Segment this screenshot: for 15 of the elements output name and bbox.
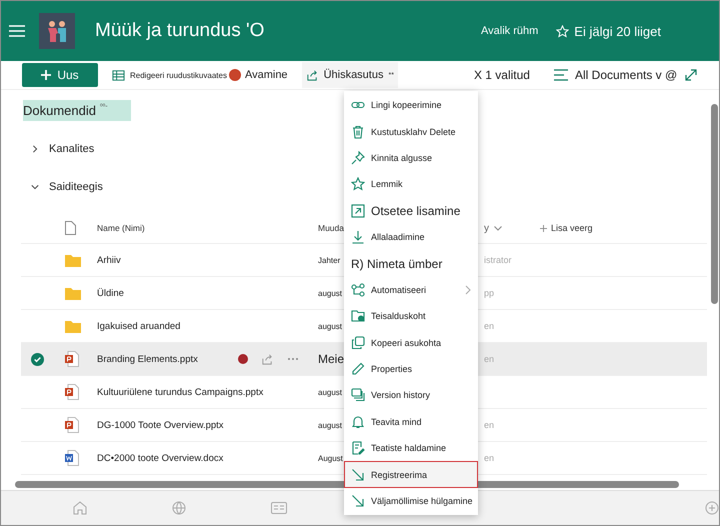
modified-cell: august [318,288,342,298]
privacy-label: Avalik rühm [481,25,538,37]
modified-by-cell: istrator [484,255,512,265]
modified-cell: Jahter [318,256,340,264]
modified-cell: august [318,420,342,430]
modified-by-cell: en [484,453,494,463]
modified-by-cell: en [484,321,494,331]
modified-cell: August [318,454,343,462]
modified-by-cell: en [484,420,494,430]
modified-by-cell: pp [484,288,494,298]
modified-cell: august [318,322,342,330]
modified-by-cell: en [484,354,494,364]
modified-cell: Meie [318,352,344,366]
modified-cell: august [318,388,342,396]
site-title: Müük ja turundus 'O [95,20,264,42]
